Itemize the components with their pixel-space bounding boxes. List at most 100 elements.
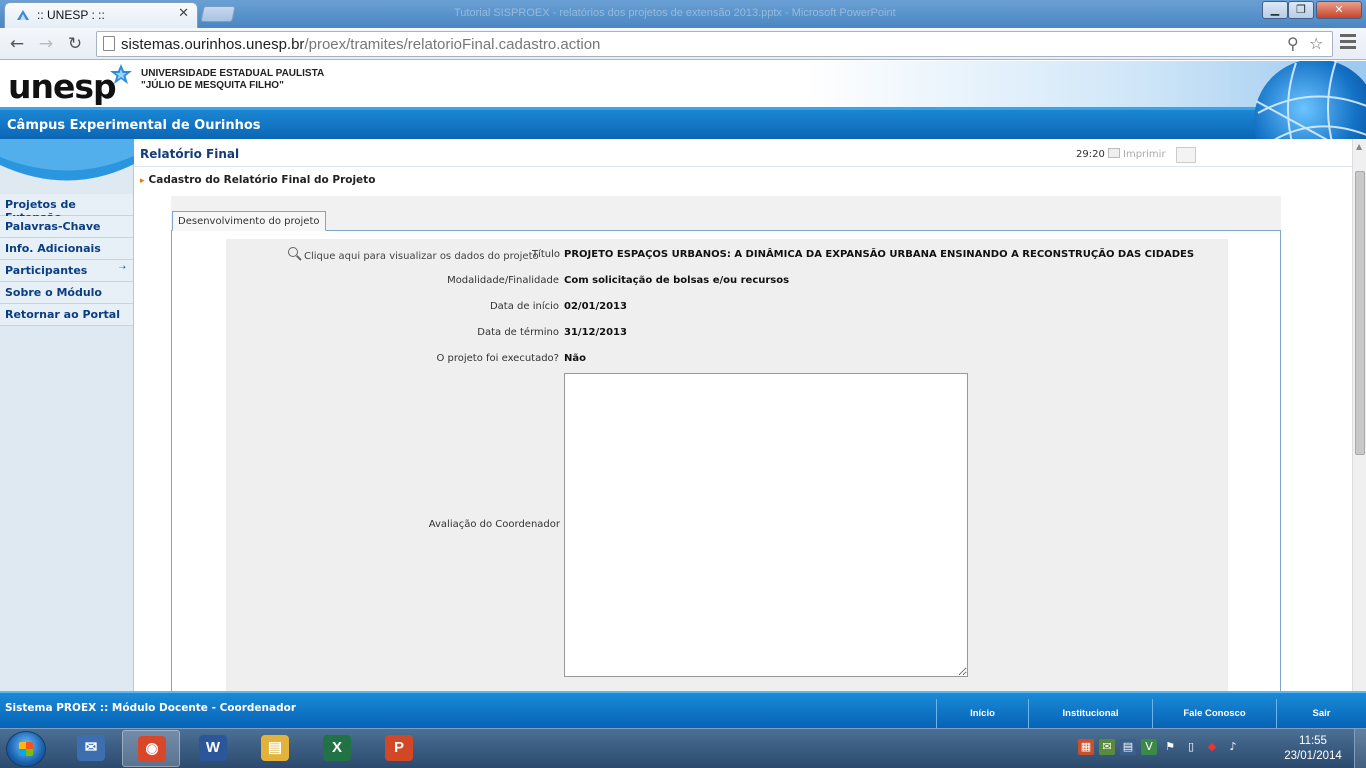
field-label-executado: O projeto foi executado? bbox=[436, 353, 559, 364]
address-bar[interactable]: sistemas.ourinhos.unesp.br/proex/tramite… bbox=[96, 31, 1333, 57]
update-icon[interactable]: ◆ bbox=[1204, 739, 1220, 755]
clock-date: 23/01/2014 bbox=[1284, 750, 1342, 762]
scrollbar-thumb[interactable] bbox=[1355, 171, 1365, 455]
network-icon[interactable]: ▯ bbox=[1183, 739, 1199, 755]
form-panel: Desenvolvimento do projeto Clique aqui p… bbox=[171, 196, 1281, 691]
project-form: Clique aqui para visualizar os dados do … bbox=[226, 239, 1228, 691]
excel-icon: X bbox=[323, 735, 351, 761]
volume-icon[interactable]: ♪ bbox=[1225, 739, 1241, 755]
reload-icon[interactable]: ↻ bbox=[64, 33, 86, 55]
browser-tab-title: :: UNESP : :: bbox=[37, 8, 105, 22]
taskbar-app-button[interactable]: ✉ bbox=[62, 730, 120, 767]
tab-desenvolvimento-projeto[interactable]: Desenvolvimento do projeto bbox=[172, 211, 327, 231]
scroll-up-arrow-icon[interactable]: ▲ bbox=[1356, 142, 1362, 151]
taskbar-app-button[interactable]: W bbox=[184, 730, 242, 767]
show-desktop-button[interactable] bbox=[1354, 729, 1366, 768]
system-tray: ▦ ✉ ▤ V ⚑ ▯ ◆ ♪ bbox=[1078, 739, 1241, 759]
new-tab-button[interactable] bbox=[200, 6, 236, 22]
sidebar-menu: Projetos de Extensão Palavras-Chave Info… bbox=[0, 194, 133, 326]
header-wave-decoration bbox=[0, 139, 136, 181]
field-label-titulo: Título bbox=[531, 249, 560, 260]
taskbar-app-button[interactable]: X bbox=[308, 730, 366, 767]
tray-app-icon[interactable]: ▦ bbox=[1078, 739, 1094, 755]
site-footer: Sistema PROEX :: Módulo Docente - Coorde… bbox=[0, 691, 1366, 730]
view-project-link[interactable]: Clique aqui para visualizar os dados do … bbox=[288, 247, 539, 262]
sidebar-item-sobre-modulo[interactable]: Sobre o Módulo bbox=[0, 282, 133, 304]
print-button[interactable]: Imprimir bbox=[1108, 148, 1166, 160]
close-tab-icon[interactable]: ✕ bbox=[178, 6, 189, 21]
submenu-arrow-icon: ➝ bbox=[118, 263, 126, 273]
site-header: unesp UNIVERSIDADE ESTADUAL PAULISTA "JÚ… bbox=[0, 61, 1366, 109]
footer-link-fale-conosco[interactable]: Fale Conosco bbox=[1152, 699, 1276, 730]
sidebar-item-participantes[interactable]: Participantes ➝ bbox=[0, 260, 133, 282]
main-content: Relatório Final 29:20 Imprimir ▸ Cadastro… bbox=[134, 139, 1352, 691]
footer-nav: Início Institucional Fale Conosco Sair bbox=[936, 699, 1366, 730]
campus-title: Câmpus Experimental de Ourinhos bbox=[7, 118, 261, 133]
bullet-arrow-icon: ▸ bbox=[140, 176, 145, 186]
window-title: Tutorial SISPROEX - relatórios dos proje… bbox=[454, 7, 896, 19]
chrome-icon: ◉ bbox=[138, 736, 166, 762]
clock-time: 11:55 bbox=[1299, 735, 1327, 747]
tray-network-drive-icon[interactable]: ▤ bbox=[1120, 739, 1136, 755]
field-label-avaliacao: Avaliação do Coordenador bbox=[428, 519, 560, 530]
taskbar-clock[interactable]: 11:55 23/01/2014 bbox=[1278, 734, 1348, 764]
address-url[interactable]: sistemas.ourinhos.unesp.br/proex/tramite… bbox=[121, 36, 600, 53]
session-timer: 29:20 bbox=[1076, 149, 1105, 160]
tab-body: Clique aqui para visualizar os dados do … bbox=[171, 231, 1281, 691]
powerpoint-icon: P bbox=[385, 735, 413, 761]
university-name: UNIVERSIDADE ESTADUAL PAULISTA "JÚLIO DE… bbox=[141, 68, 325, 91]
sidebar: Projetos de Extensão Palavras-Chave Info… bbox=[0, 139, 134, 691]
bookmark-star-icon[interactable]: ☆ bbox=[1309, 34, 1323, 53]
breadcrumb: ▸ Cadastro do Relatório Final do Projeto bbox=[140, 174, 376, 186]
printer-icon bbox=[1108, 148, 1120, 158]
maximize-button[interactable]: ❐ bbox=[1288, 1, 1314, 19]
unesp-logo[interactable]: unesp bbox=[8, 67, 117, 106]
field-value-titulo: PROJETO ESPAÇOS URBANOS: A DINÂMICA DA E… bbox=[564, 249, 1195, 260]
explorer-icon: ▤ bbox=[261, 735, 289, 761]
field-value-modalidade: Com solicitação de bolsas e/ou recursos bbox=[564, 275, 790, 286]
windows-taskbar: ✉ ◉ W ▤ X P ▦ ✉ ▤ V ⚑ ▯ ◆ ♪ 11:55 23/01/2014 bbox=[0, 728, 1366, 768]
web-page: unesp UNIVERSIDADE ESTADUAL PAULISTA "JÚ… bbox=[0, 61, 1366, 691]
action-center-flag-icon[interactable]: ⚑ bbox=[1162, 739, 1178, 755]
avaliacao-coordenador-textarea[interactable] bbox=[564, 373, 968, 677]
field-label-data-inicio: Data de início bbox=[489, 301, 559, 312]
taskbar-app-button[interactable]: ▤ bbox=[246, 730, 304, 767]
tray-antivirus-icon[interactable]: V bbox=[1141, 739, 1157, 755]
thunderbird-icon: ✉ bbox=[77, 735, 105, 761]
back-arrow-icon[interactable]: ← bbox=[6, 33, 28, 55]
sidebar-item-projetos-extensao[interactable]: Projetos de Extensão bbox=[0, 194, 133, 224]
browser-toolbar: ← → ↻ sistemas.ourinhos.unesp.br/proex/t… bbox=[0, 28, 1366, 60]
browser-tab-bar: :: UNESP : :: ✕ Tutorial SISPROEX - rela… bbox=[0, 0, 1366, 28]
taskbar-app-button[interactable]: ◉ bbox=[122, 730, 180, 767]
taskbar-app-button[interactable]: P bbox=[370, 730, 428, 767]
footer-link-sair[interactable]: Sair bbox=[1276, 699, 1366, 730]
browser-menu-icon[interactable] bbox=[1340, 34, 1356, 52]
footer-link-institucional[interactable]: Institucional bbox=[1028, 699, 1152, 730]
tray-mail-icon[interactable]: ✉ bbox=[1099, 739, 1115, 755]
page-icon bbox=[103, 36, 115, 51]
word-icon: W bbox=[199, 735, 227, 761]
minimize-button[interactable]: ▁ bbox=[1262, 1, 1288, 19]
search-icon[interactable]: ⚲ bbox=[1287, 34, 1299, 53]
forward-arrow-icon[interactable]: → bbox=[35, 33, 57, 55]
page-scrollbar[interactable]: ▲ bbox=[1352, 139, 1366, 691]
sidebar-item-palavras-chave[interactable]: Palavras-Chave bbox=[0, 216, 133, 238]
field-label-modalidade: Modalidade/Finalidade bbox=[447, 275, 559, 286]
sidebar-item-info-adicionais[interactable]: Info. Adicionais bbox=[0, 238, 133, 260]
fullscreen-icon[interactable] bbox=[1176, 147, 1196, 163]
close-window-button[interactable]: ✕ bbox=[1316, 1, 1362, 19]
browser-tab[interactable]: :: UNESP : :: ✕ bbox=[4, 2, 198, 28]
sidebar-item-retornar-portal[interactable]: Retornar ao Portal bbox=[0, 304, 133, 326]
campus-bar: Câmpus Experimental de Ourinhos bbox=[0, 107, 1366, 141]
start-button[interactable] bbox=[6, 731, 46, 767]
field-value-data-inicio: 02/01/2013 bbox=[564, 301, 627, 312]
system-module-label: Sistema PROEX :: Módulo Docente - Coorde… bbox=[5, 702, 297, 714]
field-value-executado: Não bbox=[564, 353, 586, 364]
unesp-logo-icon bbox=[110, 64, 132, 84]
page-title: Relatório Final bbox=[140, 147, 240, 161]
field-label-data-termino: Data de término bbox=[477, 327, 559, 338]
footer-link-inicio[interactable]: Início bbox=[936, 699, 1028, 730]
field-value-data-termino: 31/12/2013 bbox=[564, 327, 627, 338]
unesp-favicon-icon bbox=[17, 10, 29, 20]
magnifier-icon bbox=[288, 247, 298, 257]
